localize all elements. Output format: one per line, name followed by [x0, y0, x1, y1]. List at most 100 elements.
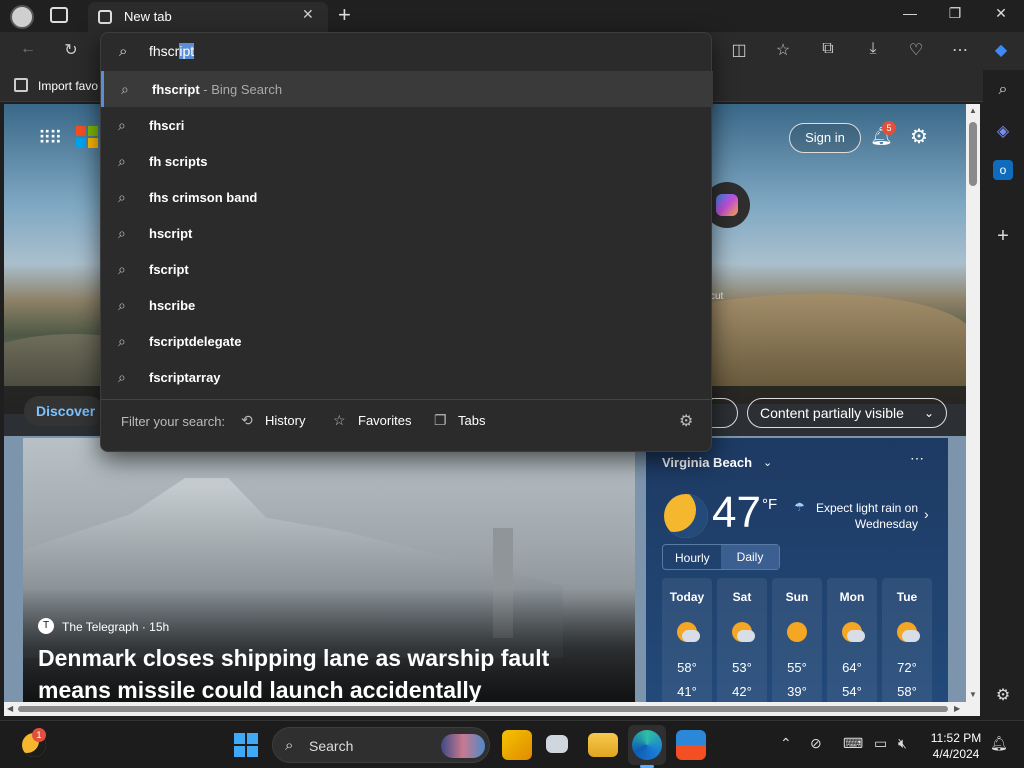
app-launcher-icon[interactable]: ⠿⠿ [38, 128, 62, 149]
horizontal-scroll-thumb[interactable] [18, 706, 948, 712]
new-tab-button[interactable]: + [338, 2, 351, 28]
weather-card[interactable]: Virginia Beach ⌄ ⋯ 47 °F ☂ Expect light … [646, 438, 948, 704]
sidebar-search-icon[interactable]: ⌕ [991, 78, 1015, 102]
favorites-icon[interactable]: ☆ [770, 40, 796, 60]
news-card[interactable]: T The Telegraph · 15h Denmark closes shi… [23, 438, 635, 704]
network-icon[interactable]: ⊘ [810, 735, 822, 752]
notification-count-badge: 5 [882, 121, 896, 135]
tab-title: New tab [124, 9, 172, 24]
cloud-icon [682, 630, 700, 642]
edge-browser-icon[interactable] [632, 730, 662, 760]
scroll-up-arrow-icon[interactable]: ▲ [969, 106, 977, 115]
tab-new-tab[interactable]: New tab ✕ [88, 2, 328, 32]
restore-button[interactable]: ❐ [932, 5, 978, 22]
filter-favorites[interactable]: Favorites [358, 413, 411, 428]
display-icon[interactable]: ▭ [874, 735, 887, 752]
start-button[interactable] [234, 733, 258, 757]
weather-location[interactable]: Virginia Beach [662, 455, 752, 470]
profile-avatar[interactable] [10, 5, 34, 29]
taskbar-search[interactable]: ⌕ Search [272, 727, 490, 763]
search-icon: ⌕ [118, 189, 126, 205]
suggestion-query: fscript [149, 262, 189, 277]
suggestion-text: fscript [149, 262, 189, 277]
speaker-muted-icon[interactable]: 🔇︎ [898, 735, 907, 752]
downloads-icon[interactable]: ⤓ [860, 40, 886, 58]
file-explorer-icon[interactable] [588, 733, 618, 757]
taskbar: 1 ⌕ Search ⌃ ⊘ ⌨ ▭ 🔇︎ 11:52 PM 4/4/2024 … [0, 720, 1024, 768]
suggestion-item[interactable]: ⌕ fh scripts [101, 143, 713, 179]
notification-center-bell-icon[interactable]: 🔔︎ [990, 735, 1008, 752]
filter-tabs[interactable]: Tabs [458, 413, 485, 428]
scroll-down-arrow-icon[interactable]: ▼ [969, 690, 977, 699]
filter-label: Filter your search: [121, 414, 226, 429]
close-window-button[interactable]: ✕ [978, 5, 1024, 22]
sidebar-settings-icon[interactable]: ⚙ [991, 684, 1015, 708]
microsoft-logo [76, 126, 98, 148]
suggestion-item[interactable]: ⌕ fscript [101, 251, 713, 287]
refresh-icon[interactable]: ↻ [58, 40, 84, 60]
page-settings-gear-icon[interactable]: ⚙ [910, 124, 928, 149]
minimize-button[interactable]: — [887, 5, 933, 21]
forecast-day[interactable]: Tue 72° 58° [882, 578, 932, 704]
news-headline[interactable]: Denmark closes shipping lane as warship … [38, 642, 628, 704]
outlook-icon[interactable]: o [993, 160, 1013, 180]
collections-icon[interactable]: ⧉ [815, 40, 841, 58]
sidebar-copilot-icon[interactable]: ◈ [991, 120, 1015, 144]
tab-actions-icon[interactable] [50, 7, 68, 23]
suggestion-item[interactable]: ⌕ hscript [101, 215, 713, 251]
suggestion-query: hscript [149, 226, 193, 241]
content-visibility-dropdown[interactable]: Content partially visible ⌄ [747, 398, 947, 428]
suggestion-text: fhs crimson band [149, 190, 257, 205]
chevron-down-icon[interactable]: ⌄ [763, 456, 772, 469]
back-icon[interactable]: ← [15, 40, 41, 58]
tab-close-icon[interactable]: ✕ [302, 6, 314, 23]
suggestion-text: fhscript - Bing Search [152, 82, 282, 97]
task-view-icon[interactable] [546, 735, 568, 753]
suggestion-item[interactable]: ⌕ fhscript - Bing Search [101, 71, 713, 107]
filter-history[interactable]: History [265, 413, 305, 428]
content-visibility-label: Content partially visible [760, 405, 904, 421]
power-automate-icon[interactable] [502, 730, 532, 760]
forecast-day[interactable]: Mon 64° 54° [827, 578, 877, 704]
vertical-scrollbar[interactable]: ▲ ▼ [966, 104, 980, 704]
chevron-right-icon[interactable]: › [924, 506, 929, 522]
forecast-day[interactable]: Sat 53° 42° [717, 578, 767, 704]
autocomplete-selection: ipt [179, 43, 195, 59]
chevron-down-icon: ⌄ [924, 406, 935, 420]
forecast-low: 58° [897, 684, 917, 699]
vertical-scroll-thumb[interactable] [969, 122, 977, 186]
import-favorites-link[interactable]: Import favo [38, 79, 98, 93]
more-options-icon[interactable]: ⋯ [910, 450, 924, 467]
hourly-tab[interactable]: Hourly [675, 551, 710, 565]
suggestion-text: fscriptdelegate [149, 334, 241, 349]
scroll-left-arrow-icon[interactable]: ◀ [7, 704, 13, 713]
microsoft-store-icon[interactable] [676, 730, 706, 760]
search-settings-gear-icon[interactable]: ⚙ [679, 411, 693, 431]
suggestion-item[interactable]: ⌕ fscriptdelegate [101, 323, 713, 359]
more-options-icon[interactable]: ⋯ [947, 40, 973, 60]
suggestion-query: fscriptarray [149, 370, 221, 385]
suggestion-item[interactable]: ⌕ fscriptarray [101, 359, 713, 395]
browser-essentials-icon[interactable]: ♡ [903, 40, 929, 60]
show-hidden-icons-chevron-icon[interactable]: ⌃ [780, 735, 792, 752]
suggestion-item[interactable]: ⌕ fhs crimson band [101, 179, 713, 215]
discover-tab[interactable]: Discover [24, 396, 104, 426]
suggestion-item[interactable]: ⌕ hscribe [101, 287, 713, 323]
temperature-unit[interactable]: °F [762, 496, 777, 513]
suggestion-item[interactable]: ⌕ fhscri [101, 107, 713, 143]
sign-in-button[interactable]: Sign in [789, 123, 861, 153]
keyboard-icon[interactable]: ⌨ [843, 735, 863, 752]
copilot-icon[interactable]: ◆ [988, 40, 1014, 60]
weather-alert-text[interactable]: Expect light rain on Wednesday [794, 500, 918, 532]
forecast-day[interactable]: Today 58° 41° [662, 578, 712, 704]
search-icon: ⌕ [118, 261, 126, 277]
horizontal-scrollbar[interactable]: ◀ ▶ [4, 702, 980, 716]
search-icon: ⌕ [118, 153, 126, 169]
forecast-day[interactable]: Sun 55° 39° [772, 578, 822, 704]
scroll-right-arrow-icon[interactable]: ▶ [954, 704, 960, 713]
address-input[interactable]: fhscript [149, 43, 195, 59]
split-screen-icon[interactable]: ◫ [726, 40, 752, 60]
sidebar-add-icon[interactable]: + [991, 224, 1015, 248]
system-clock[interactable]: 11:52 PM 4/4/2024 [926, 730, 986, 762]
daily-tab[interactable]: Daily [721, 545, 779, 569]
